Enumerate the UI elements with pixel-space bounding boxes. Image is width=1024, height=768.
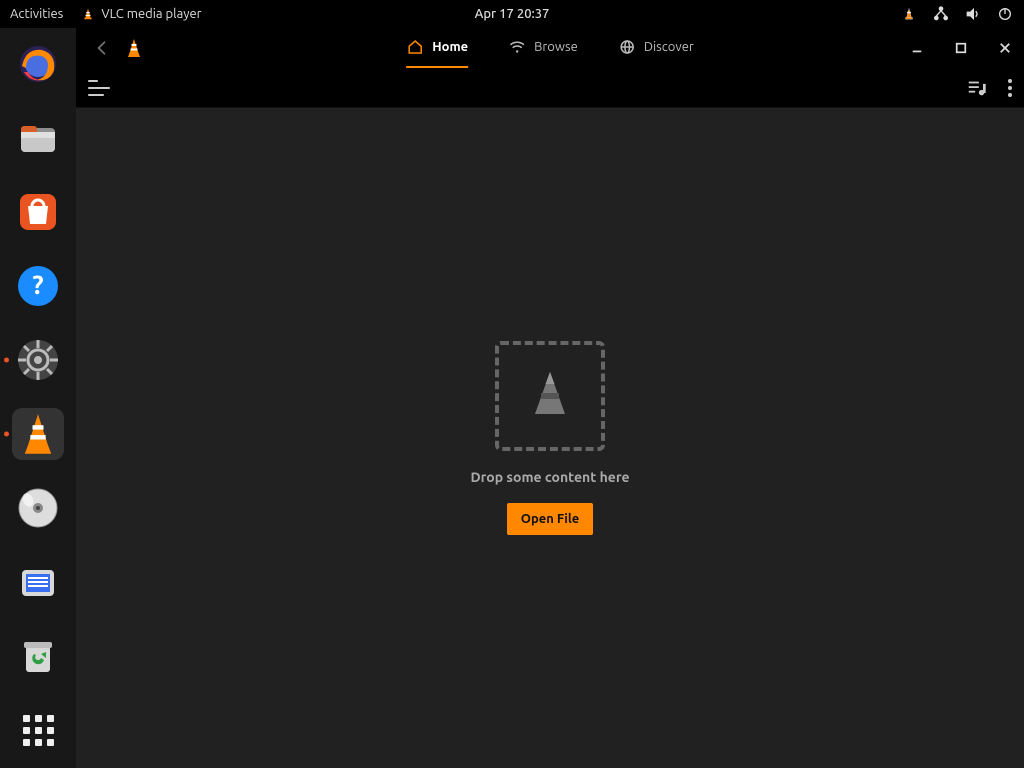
tab-home-label: Home: [432, 40, 468, 54]
topbar-app-name: VLC media player: [101, 7, 201, 21]
power-icon[interactable]: [996, 5, 1014, 23]
window-controls: [910, 41, 1012, 55]
wifi-icon: [508, 38, 526, 56]
dock-help[interactable]: ?: [12, 260, 64, 312]
tab-browse[interactable]: Browse: [508, 28, 578, 68]
window-titlebar: Home Browse Discover: [76, 28, 1024, 68]
dock-disk[interactable]: [12, 482, 64, 534]
gnome-topbar: Activities VLC media player Apr 17 20:37: [0, 0, 1024, 28]
running-indicator-icon: [4, 432, 9, 437]
show-applications-button[interactable]: [0, 715, 76, 746]
dock-trash[interactable]: [12, 630, 64, 682]
dock-firefox[interactable]: [12, 38, 64, 90]
back-button[interactable]: [88, 34, 116, 62]
maximize-button[interactable]: [954, 41, 968, 55]
clock[interactable]: Apr 17 20:37: [475, 7, 550, 21]
tab-home[interactable]: Home: [406, 28, 468, 68]
vlc-logo-icon: [124, 38, 144, 58]
vlc-cone-icon: [81, 7, 95, 21]
tab-discover-label: Discover: [644, 40, 694, 54]
window-tabs: Home Browse Discover: [406, 28, 694, 68]
network-icon[interactable]: [932, 5, 950, 23]
drop-target-icon: [495, 341, 605, 451]
home-icon: [406, 38, 424, 56]
menu-button[interactable]: [88, 76, 112, 100]
open-file-button[interactable]: Open File: [507, 503, 594, 535]
more-options-button[interactable]: [1008, 79, 1012, 97]
svg-text:?: ?: [32, 270, 43, 299]
topbar-app-menu[interactable]: VLC media player: [81, 7, 201, 21]
close-button[interactable]: [998, 41, 1012, 55]
dock: ?: [0, 28, 76, 768]
running-indicator-icon: [4, 358, 9, 363]
dock-vlc[interactable]: [12, 408, 64, 460]
volume-icon[interactable]: [964, 5, 982, 23]
dock-scanner[interactable]: [12, 556, 64, 608]
activities-button[interactable]: Activities: [10, 7, 63, 21]
dock-files[interactable]: [12, 112, 64, 164]
minimize-button[interactable]: [910, 41, 924, 55]
tab-discover[interactable]: Discover: [618, 28, 694, 68]
apps-grid-icon: [23, 715, 54, 746]
dock-settings[interactable]: [12, 334, 64, 386]
tray-vlc-icon[interactable]: [900, 5, 918, 23]
vlc-window: Home Browse Discover: [76, 28, 1024, 768]
content-drop-zone[interactable]: Drop some content here Open File: [76, 108, 1024, 768]
globe-icon: [618, 38, 636, 56]
playlist-icon[interactable]: [966, 77, 988, 99]
dock-software[interactable]: [12, 186, 64, 238]
drop-label: Drop some content here: [470, 469, 629, 485]
window-toolbar: [76, 68, 1024, 108]
tab-browse-label: Browse: [534, 40, 578, 54]
